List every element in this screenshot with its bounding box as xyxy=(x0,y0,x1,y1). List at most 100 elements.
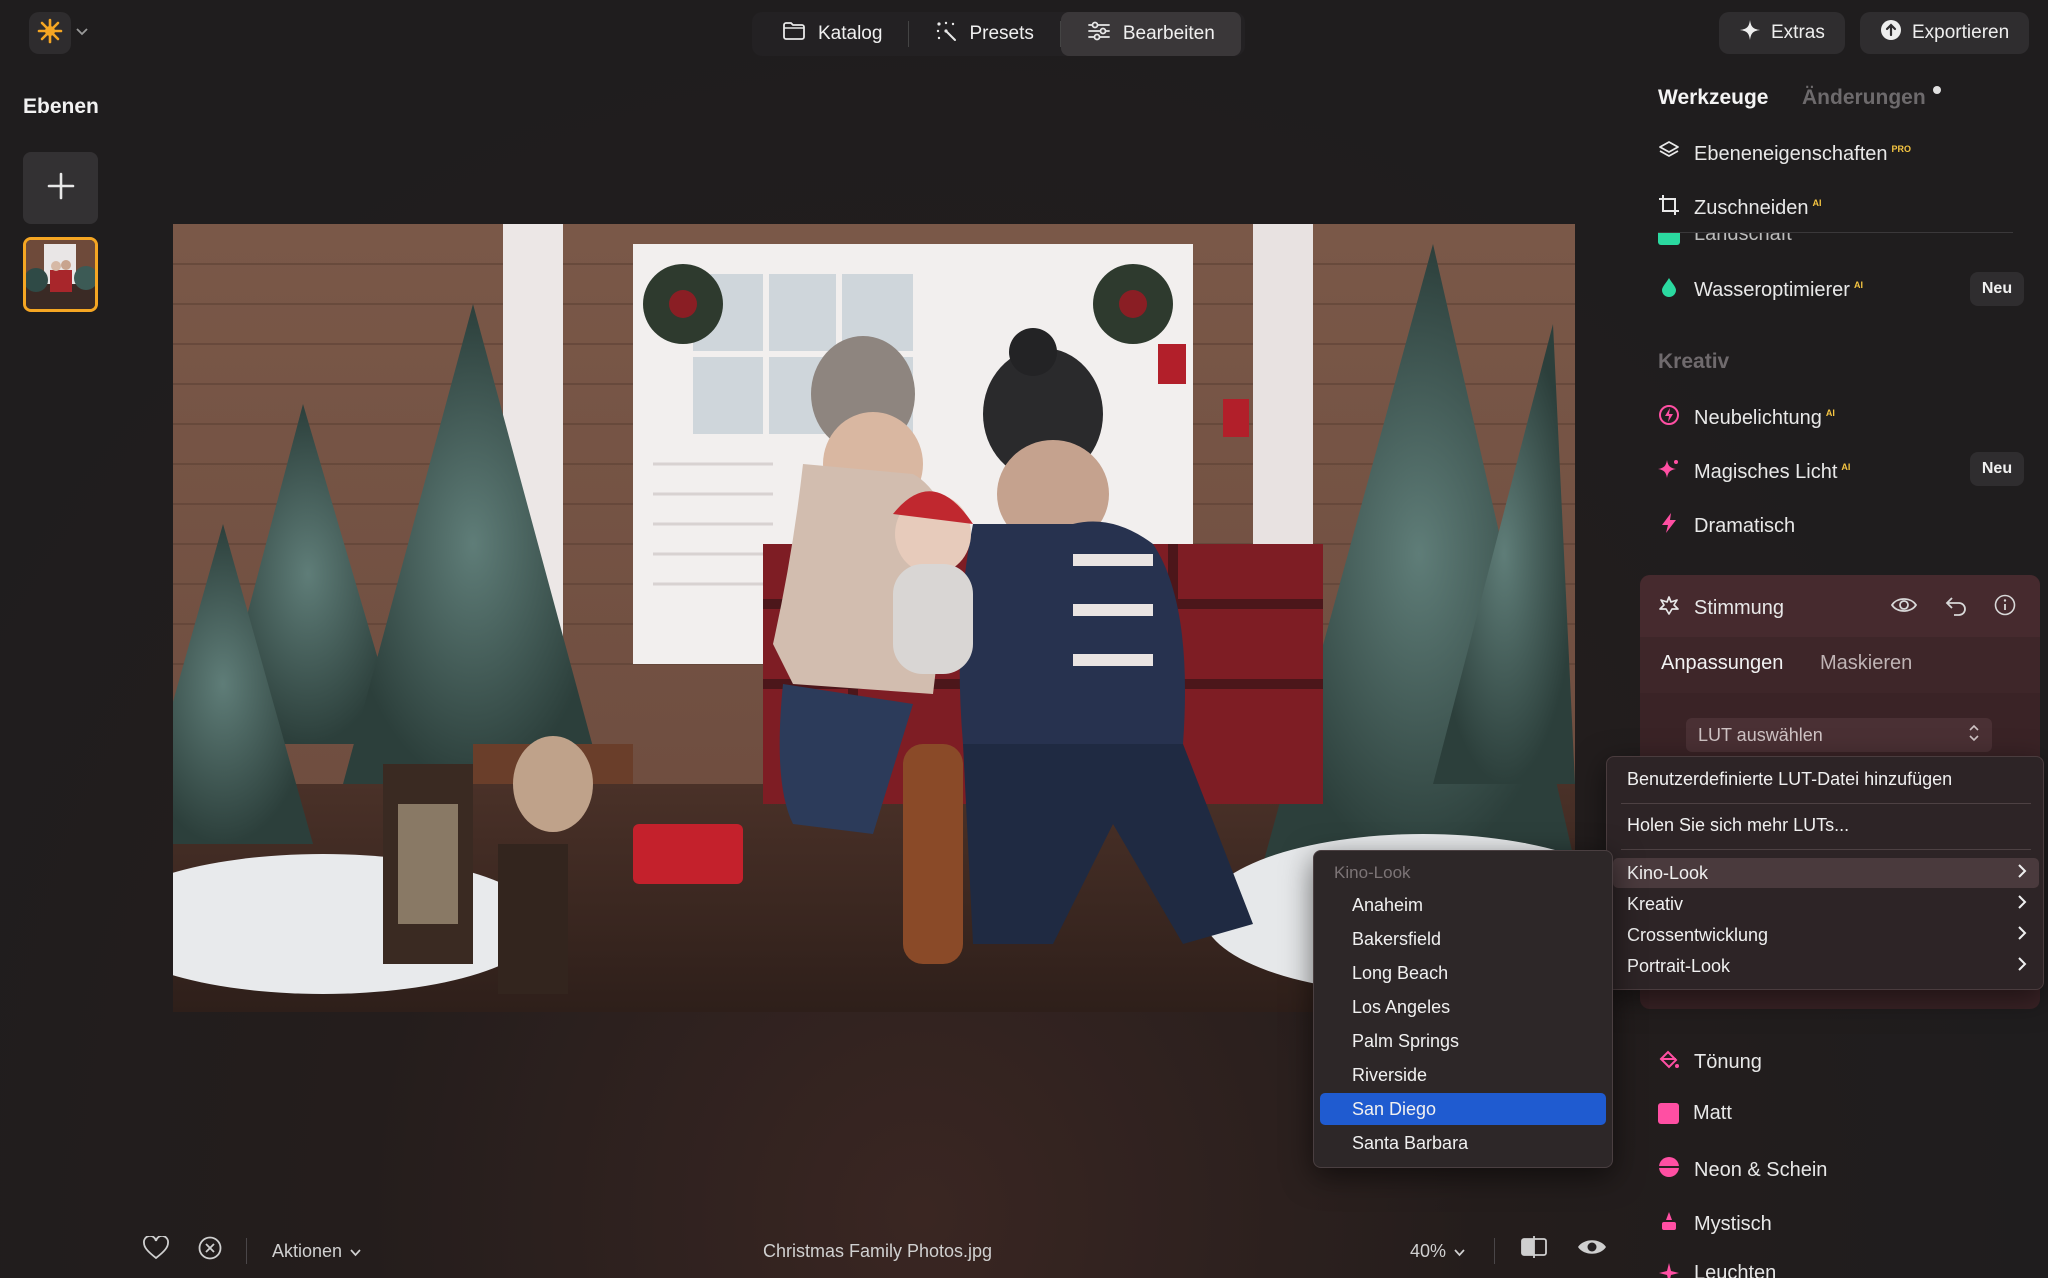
lut-select-label: LUT auswählen xyxy=(1698,724,1823,745)
neon-circle-icon xyxy=(1658,1156,1680,1184)
mood-title-label: Stimmung xyxy=(1694,596,1785,619)
menu-category-portrait-look[interactable]: Portrait-Look xyxy=(1613,951,2039,981)
tab-aenderungen[interactable]: Änderungen xyxy=(1802,86,1926,110)
lut-item-santa-barbara[interactable]: Santa Barbara xyxy=(1320,1127,1606,1159)
layer-thumbnail[interactable] xyxy=(23,237,98,312)
tab-label: Bearbeiten xyxy=(1122,23,1215,44)
tab-label: Presets xyxy=(969,23,1034,44)
tool-dramatisch[interactable]: Dramatisch xyxy=(1658,512,1795,540)
partial-tool-leuchten: Leuchten xyxy=(1658,1262,2018,1278)
reject-icon[interactable] xyxy=(198,1236,222,1265)
tab-anpassungen[interactable]: Anpassungen xyxy=(1661,652,1783,675)
tool-label: Magisches Licht xyxy=(1694,460,1838,483)
heart-icon[interactable] xyxy=(143,1235,169,1265)
crop-icon xyxy=(1658,194,1680,222)
new-badge: Neu xyxy=(1970,272,2024,306)
eye-icon[interactable] xyxy=(1890,594,1918,621)
lut-item-anaheim[interactable]: Anaheim xyxy=(1320,889,1606,921)
tool-magisches-licht[interactable]: Magisches Licht AI xyxy=(1658,458,1850,486)
tool-mystisch[interactable]: Mystisch xyxy=(1658,1210,1772,1238)
sliders-icon xyxy=(1087,21,1111,47)
menu-add-custom-lut[interactable]: Benutzerdefinierte LUT-Datei hinzufügen xyxy=(1627,769,1952,790)
lut-item-long-beach[interactable]: Long Beach xyxy=(1320,957,1606,989)
updown-chevron-icon xyxy=(1968,724,1980,747)
new-badge: Neu xyxy=(1970,452,2024,486)
lut-item-los-angeles[interactable]: Los Angeles xyxy=(1320,991,1606,1023)
tool-label: Landschaft xyxy=(1694,233,1792,245)
export-label: Exportieren xyxy=(1912,22,2010,43)
compare-split-icon[interactable] xyxy=(1520,1236,1548,1263)
chevron-right-icon xyxy=(2017,863,2027,884)
tool-wasseroptimierer[interactable]: Wasseroptimierer AI xyxy=(1658,276,1863,304)
tool-toenung[interactable]: Tönung xyxy=(1658,1048,1762,1076)
stimmung-title: Stimmung xyxy=(1658,594,1784,622)
filename-label: Christmas Family Photos.jpg xyxy=(763,1241,993,1261)
tool-label: Mystisch xyxy=(1694,1212,1772,1235)
tool-label: Wasseroptimierer xyxy=(1694,278,1850,301)
extras-label: Extras xyxy=(1771,22,1825,43)
undo-icon[interactable] xyxy=(1944,594,1968,621)
tab-werkzeuge[interactable]: Werkzeuge xyxy=(1658,86,1769,110)
sparkle-icon xyxy=(1739,19,1761,47)
top-bar: Katalog Presets Bearbeiten Extras Export… xyxy=(0,0,2048,66)
zoom-label: 40% xyxy=(1410,1241,1447,1261)
bottom-divider xyxy=(1494,1238,1495,1264)
lut-submenu-kino-look: Kino-Look Anaheim Bakersfield Long Beach… xyxy=(1313,850,1613,1168)
magic-light-icon xyxy=(1658,458,1680,486)
water-drop-icon xyxy=(1658,276,1680,304)
tab-bearbeiten[interactable]: Bearbeiten xyxy=(1060,12,1241,56)
zoom-control[interactable]: 40% xyxy=(1410,1241,1465,1262)
menu-category-kino-look[interactable]: Kino-Look xyxy=(1613,858,2039,888)
add-layer-button[interactable] xyxy=(23,152,98,224)
actions-label: Aktionen xyxy=(272,1241,343,1261)
chevron-down-icon xyxy=(350,1241,361,1262)
mystic-icon xyxy=(1658,1210,1680,1238)
tool-ebeneneigenschaften[interactable]: Ebeneneigenschaften PRO xyxy=(1658,140,1911,168)
chevron-down-icon xyxy=(1454,1241,1465,1262)
tool-matt[interactable]: Matt xyxy=(1658,1102,1732,1125)
menu-divider xyxy=(1621,849,2031,850)
tool-neubelichtung[interactable]: Neubelichtung AI xyxy=(1658,404,1835,432)
tool-label: Neon & Schein xyxy=(1694,1158,1828,1181)
menu-get-more-luts[interactable]: Holen Sie sich mehr LUTs... xyxy=(1627,815,1849,836)
tab-maskieren[interactable]: Maskieren xyxy=(1820,652,1912,675)
relight-icon xyxy=(1658,404,1680,432)
extras-button[interactable]: Extras xyxy=(1719,12,1845,54)
menu-category-label: Crossentwicklung xyxy=(1627,924,1769,945)
menu-divider xyxy=(1621,803,2031,804)
lut-item-palm-springs[interactable]: Palm Springs xyxy=(1320,1025,1606,1057)
matte-square-icon xyxy=(1658,1103,1679,1124)
app-menu-button[interactable] xyxy=(29,12,71,54)
menu-category-label: Kreativ xyxy=(1627,893,1684,914)
actions-menu[interactable]: Aktionen xyxy=(272,1241,361,1262)
info-icon[interactable] xyxy=(1994,594,2016,621)
lut-item-riverside[interactable]: Riverside xyxy=(1320,1059,1606,1091)
tab-label: Katalog xyxy=(818,23,883,44)
bottom-divider xyxy=(246,1238,247,1264)
menu-category-label: Portrait-Look xyxy=(1627,955,1731,976)
menu-category-label: Kino-Look xyxy=(1627,862,1709,883)
folder-icon xyxy=(782,21,806,47)
lut-dropdown-menu: Benutzerdefinierte LUT-Datei hinzufügen … xyxy=(1606,756,2044,990)
tool-label: Tönung xyxy=(1694,1050,1762,1073)
layers-title: Ebenen xyxy=(23,95,99,118)
lightning-icon xyxy=(1658,512,1680,540)
main-nav: Katalog Presets Bearbeiten xyxy=(752,12,1245,56)
lut-item-bakersfield[interactable]: Bakersfield xyxy=(1320,923,1606,955)
tab-katalog[interactable]: Katalog xyxy=(756,12,908,56)
lut-select[interactable]: LUT auswählen xyxy=(1686,718,1992,752)
tab-presets[interactable]: Presets xyxy=(909,12,1059,56)
preview-eye-icon[interactable] xyxy=(1577,1236,1607,1263)
chevron-right-icon xyxy=(2017,925,2027,946)
tool-neon-schein[interactable]: Neon & Schein xyxy=(1658,1156,1827,1184)
chevron-down-icon[interactable] xyxy=(76,18,92,46)
lut-item-san-diego[interactable]: San Diego xyxy=(1320,1093,1606,1125)
export-button[interactable]: Exportieren xyxy=(1860,12,2030,54)
partial-tool-landschaft: Landschaft xyxy=(1658,233,2018,247)
tool-zuschneiden[interactable]: Zuschneiden AI xyxy=(1658,194,1822,222)
submenu-title: Kino-Look xyxy=(1334,863,1411,882)
menu-category-crossentwicklung[interactable]: Crossentwicklung xyxy=(1613,920,2039,950)
upload-circle-icon xyxy=(1880,19,1902,47)
glow-icon xyxy=(1658,1262,1680,1278)
menu-category-kreativ[interactable]: Kreativ xyxy=(1613,889,2039,919)
